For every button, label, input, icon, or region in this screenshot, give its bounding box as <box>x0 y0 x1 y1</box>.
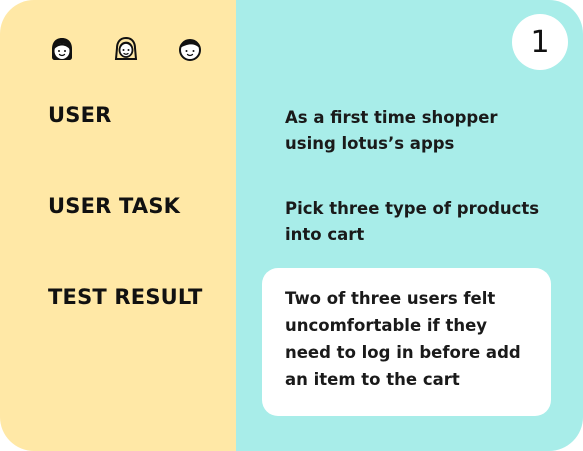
woman-face-icon <box>48 35 76 63</box>
row-value-user: As a first time shopper using lotus’s ap… <box>285 108 498 153</box>
left-panel <box>0 0 236 451</box>
row-label-test-result: TEST RESULT <box>48 285 203 309</box>
row-value-user-task: Pick three type of products into cart <box>285 199 540 244</box>
step-number-badge: 1 <box>512 14 568 70</box>
woman-long-hair-face-icon <box>112 35 140 63</box>
row-value-test-result: Two of three users felt uncomfortable if… <box>285 289 521 389</box>
row-label-user-task: USER TASK <box>48 194 181 218</box>
row-label-user: USER <box>48 103 112 127</box>
user-avatars <box>48 35 208 65</box>
man-face-icon <box>176 35 204 63</box>
test-result-box: Two of three users felt uncomfortable if… <box>262 268 551 416</box>
usability-test-card: 1 USER As a first time shopper using lot… <box>0 0 583 451</box>
